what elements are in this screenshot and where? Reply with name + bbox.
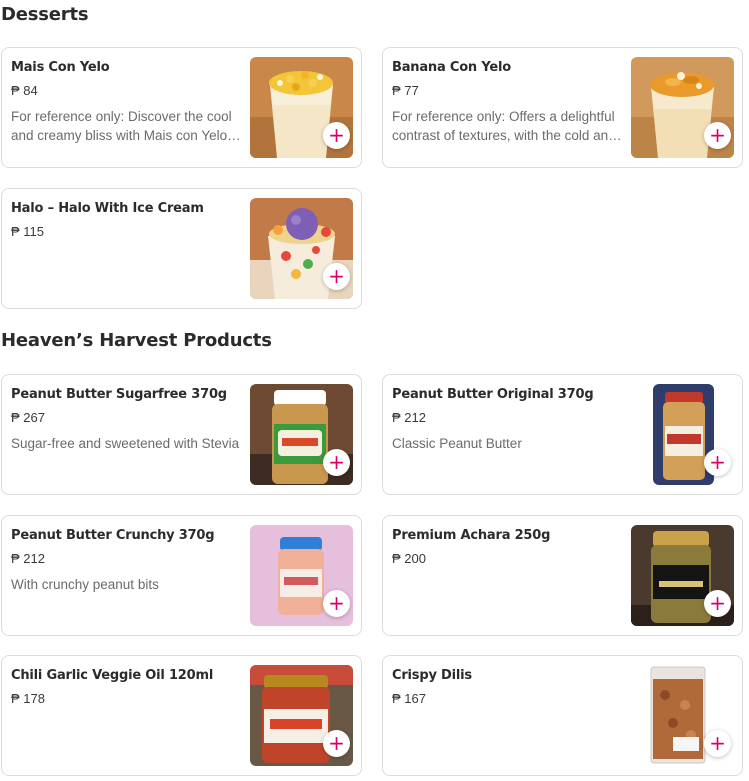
add-to-cart-button[interactable]: + xyxy=(704,590,731,617)
menu-item-card[interactable]: Peanut Butter Original 370g ₱ 212 Classi… xyxy=(382,374,743,495)
item-description: Sugar-free and sweetened with Stevia xyxy=(11,436,240,451)
menu-item-card[interactable]: Premium Achara 250g ₱ 200 + xyxy=(382,515,743,636)
item-description: Classic Peanut Butter xyxy=(392,436,522,451)
item-price: ₱ 115 xyxy=(11,224,45,239)
item-name: Mais Con Yelo xyxy=(11,60,110,75)
item-price: ₱ 84 xyxy=(11,83,38,98)
item-name: Peanut Butter Original 370g xyxy=(392,387,594,402)
item-price: ₱ 77 xyxy=(392,83,419,98)
item-price: ₱ 267 xyxy=(11,410,45,425)
item-price: ₱ 178 xyxy=(11,691,45,706)
add-to-cart-button[interactable]: + xyxy=(323,122,350,149)
section-title-desserts: Desserts xyxy=(1,4,89,25)
plus-icon: + xyxy=(328,122,345,147)
add-to-cart-button[interactable]: + xyxy=(323,590,350,617)
item-price: ₱ 212 xyxy=(11,551,45,566)
add-to-cart-button[interactable]: + xyxy=(323,263,350,290)
add-to-cart-button[interactable]: + xyxy=(704,122,731,149)
plus-icon: + xyxy=(328,730,345,755)
item-name: Peanut Butter Sugarfree 370g xyxy=(11,387,227,402)
add-to-cart-button[interactable]: + xyxy=(323,449,350,476)
item-name: Chili Garlic Veggie Oil 120ml xyxy=(11,668,214,683)
item-name: Banana Con Yelo xyxy=(392,60,511,75)
plus-icon: + xyxy=(709,730,726,755)
item-description: For reference only: Discover the cool an… xyxy=(11,109,241,143)
item-name: Crispy Dilis xyxy=(392,668,472,683)
item-name: Premium Achara 250g xyxy=(392,528,551,543)
plus-icon: + xyxy=(709,590,726,615)
plus-icon: + xyxy=(328,263,345,288)
section-title-heavens-harvest: Heaven’s Harvest Products xyxy=(1,330,272,351)
item-description: With crunchy peanut bits xyxy=(11,577,159,592)
plus-icon: + xyxy=(328,590,345,615)
plus-icon: + xyxy=(709,449,726,474)
item-price: ₱ 212 xyxy=(392,410,426,425)
menu-item-card[interactable]: Crispy Dilis ₱ 167 + xyxy=(382,655,743,776)
peanut-butter-original-photo xyxy=(653,384,714,485)
item-name: Peanut Butter Crunchy 370g xyxy=(11,528,215,543)
item-name: Halo – Halo With Ice Cream xyxy=(11,201,204,216)
plus-icon: + xyxy=(709,122,726,147)
menu-item-card[interactable]: Halo – Halo With Ice Cream ₱ 115 + xyxy=(1,188,362,309)
menu-item-card[interactable]: Peanut Butter Sugarfree 370g ₱ 267 Sugar… xyxy=(1,374,362,495)
menu-item-card[interactable]: Mais Con Yelo ₱ 84 For reference only: D… xyxy=(1,47,362,168)
item-price: ₱ 167 xyxy=(392,691,426,706)
item-description: For reference only: Offers a delightful … xyxy=(392,109,622,143)
item-price: ₱ 200 xyxy=(392,551,426,566)
plus-icon: + xyxy=(328,449,345,474)
menu-item-card[interactable]: Peanut Butter Crunchy 370g ₱ 212 With cr… xyxy=(1,515,362,636)
add-to-cart-button[interactable]: + xyxy=(704,730,731,757)
add-to-cart-button[interactable]: + xyxy=(323,730,350,757)
menu-item-card[interactable]: Chili Garlic Veggie Oil 120ml ₱ 178 + xyxy=(1,655,362,776)
menu-item-card[interactable]: Banana Con Yelo ₱ 77 For reference only:… xyxy=(382,47,743,168)
add-to-cart-button[interactable]: + xyxy=(704,449,731,476)
crispy-dilis-photo xyxy=(647,665,709,766)
